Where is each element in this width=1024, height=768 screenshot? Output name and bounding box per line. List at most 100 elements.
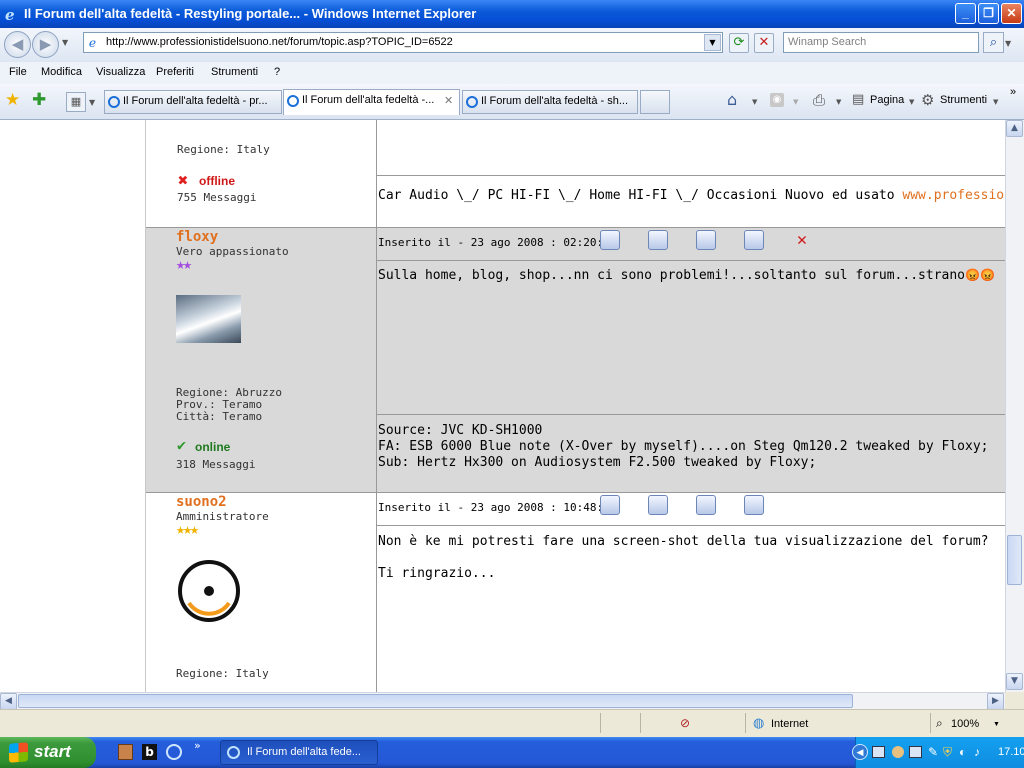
quicklaunch-more-chevron-icon[interactable]: »	[194, 739, 201, 752]
tab-ie-icon	[287, 95, 299, 107]
tab-close-icon[interactable]: ✕	[444, 94, 453, 107]
tools-menu[interactable]: Strumenti	[940, 94, 987, 106]
tray-shield-icon[interactable]: ⛨	[943, 745, 952, 760]
edit-icon[interactable]	[696, 230, 716, 250]
tray-volume-icon[interactable]: ♪	[974, 745, 980, 759]
print-icon[interactable]: ⎙	[813, 91, 825, 109]
new-tab-button[interactable]	[640, 90, 670, 114]
quicklaunch-b-icon[interactable]: b	[142, 744, 157, 760]
start-button[interactable]: start	[0, 737, 96, 768]
tray-user-icon[interactable]	[892, 746, 904, 758]
taskbar-ie-window-button[interactable]: Il Forum dell'alta fede...	[220, 740, 378, 765]
quicklaunch-app-icon[interactable]	[118, 744, 133, 760]
scroll-up-icon[interactable]: ▲	[1006, 120, 1023, 137]
scroll-left-icon[interactable]: ◀	[0, 693, 17, 710]
post-header-divider	[377, 260, 1005, 261]
delete-icon[interactable]: ✕	[792, 230, 812, 250]
scroll-right-icon[interactable]: ▶	[987, 693, 1004, 710]
rank-stars-icon: ★★	[176, 255, 192, 273]
menu-bar: File Modifica Visualizza Preferiti Strum…	[0, 62, 1024, 84]
tray-monitor-icon[interactable]	[909, 746, 922, 758]
taskbar-clock[interactable]: 17.10	[998, 746, 1024, 758]
menu-file[interactable]: File	[9, 66, 27, 78]
quick-tabs-icon[interactable]: ▦	[66, 92, 86, 112]
quote-icon[interactable]	[648, 230, 668, 250]
search-input[interactable]: Winamp Search	[783, 32, 979, 53]
signature-link[interactable]: www.professionistidelsuono	[902, 188, 1005, 203]
profile-icon[interactable]	[600, 495, 620, 515]
feeds-dropdown-icon[interactable]: ▼	[793, 98, 798, 106]
column-divider	[376, 120, 377, 227]
tray-antivirus-icon[interactable]: ◐	[959, 745, 966, 759]
tools-menu-dropdown-icon[interactable]: ▼	[993, 98, 998, 106]
search-options-icon[interactable]: ▼	[1005, 39, 1011, 48]
page-left-margin	[0, 120, 145, 692]
page-menu-dropdown-icon[interactable]: ▼	[909, 98, 914, 106]
signature-line-3: Sub: Hertz Hx300 on Audiosystem F2.500 t…	[378, 455, 817, 470]
reply-icon[interactable]	[744, 230, 764, 250]
feeds-icon[interactable]: ◉	[770, 93, 784, 107]
author-rank: Vero appassionato	[176, 245, 289, 258]
search-icon[interactable]: ⌕	[983, 32, 1004, 53]
horizontal-scroll-thumb[interactable]	[18, 694, 853, 708]
horizontal-scrollbar[interactable]: ◀ ▶	[0, 692, 1005, 710]
rank-stars-icon: ★★★	[176, 520, 199, 538]
home-icon[interactable]: ⌂	[727, 90, 737, 109]
forum-post-suono2: suono2 Amministratore ★★★ Regione: Italy…	[146, 493, 1005, 692]
tab-3[interactable]: Il Forum dell'alta fedeltà - sh...	[462, 90, 638, 114]
scroll-down-icon[interactable]: ▼	[1006, 673, 1023, 690]
tab-label: Il Forum dell'alta fedeltà - pr...	[123, 95, 268, 107]
address-field[interactable]: e http://www.professionistidelsuono.net/…	[83, 32, 723, 53]
tray-tools-icon[interactable]: ✎	[928, 745, 938, 759]
maximize-button[interactable]: ❐	[978, 3, 999, 24]
prev-author-status: offline	[199, 174, 235, 188]
author-region: Regione: Italy	[176, 667, 269, 680]
tab-1[interactable]: Il Forum dell'alta fedeltà - pr...	[104, 90, 282, 114]
vertical-scroll-thumb[interactable]	[1007, 535, 1022, 585]
internet-zone-globe-icon: ◍	[753, 715, 765, 730]
column-divider	[376, 493, 377, 692]
post-body-text: Sulla home, blog, shop...nn ci sono prob…	[378, 268, 965, 283]
quote-icon[interactable]	[648, 495, 668, 515]
favorites-star-icon[interactable]: ★	[5, 90, 20, 110]
menu-help[interactable]: ?	[274, 66, 280, 78]
home-dropdown-icon[interactable]: ▼	[752, 98, 757, 106]
menu-strumenti[interactable]: Strumenti	[211, 66, 258, 78]
author-name[interactable]: suono2	[176, 494, 227, 510]
page-menu[interactable]: Pagina	[870, 94, 904, 106]
forward-button[interactable]: ▶	[32, 31, 59, 58]
vertical-scrollbar[interactable]: ▲ ▼	[1005, 120, 1024, 692]
author-name[interactable]: floxy	[176, 229, 218, 245]
add-favorite-icon[interactable]: ✚	[32, 90, 46, 110]
tab-2-active[interactable]: Il Forum dell'alta fedeltà -... ✕	[283, 89, 460, 115]
refresh-icon[interactable]: ⟳	[729, 33, 749, 53]
post-header-divider	[377, 525, 1005, 526]
menu-visualizza[interactable]: Visualizza	[96, 66, 145, 78]
zoom-dropdown-icon[interactable]: ▼	[993, 721, 1000, 728]
print-dropdown-icon[interactable]: ▼	[836, 98, 841, 106]
tab-list-dropdown-icon[interactable]: ▼	[89, 98, 95, 107]
tray-network-icon[interactable]	[872, 746, 885, 758]
tray-expand-icon[interactable]: ◀	[852, 744, 868, 760]
minimize-button[interactable]: _	[955, 3, 976, 24]
popup-blocker-icon[interactable]: ⊘	[680, 716, 690, 730]
menu-preferiti[interactable]: Preferiti	[156, 66, 194, 78]
window-title-bar[interactable]: e Il Forum dell'alta fedeltà - Restyling…	[0, 0, 1024, 28]
prev-author-region: Regione: Italy	[177, 143, 270, 156]
signature-divider	[377, 414, 1005, 415]
reply-icon[interactable]	[744, 495, 764, 515]
edit-icon[interactable]	[696, 495, 716, 515]
zoom-icon: ⌕	[936, 716, 943, 730]
back-button[interactable]: ◀	[4, 31, 31, 58]
close-button[interactable]: ✕	[1001, 3, 1022, 24]
menu-modifica[interactable]: Modifica	[41, 66, 82, 78]
zoom-level[interactable]: 100%	[951, 718, 979, 730]
address-dropdown-icon[interactable]: ▼	[704, 34, 721, 51]
stop-icon[interactable]: ✕	[754, 33, 774, 53]
quicklaunch-ie-icon[interactable]	[166, 744, 182, 760]
toolbar-overflow-chevron-icon[interactable]: »	[1010, 86, 1016, 98]
history-dropdown-icon[interactable]: ▼	[62, 38, 68, 47]
profile-icon[interactable]	[600, 230, 620, 250]
status-bar: ⊘ ◍ Internet ⌕ 100% ▼	[0, 709, 1024, 737]
security-zone: Internet	[771, 718, 809, 730]
